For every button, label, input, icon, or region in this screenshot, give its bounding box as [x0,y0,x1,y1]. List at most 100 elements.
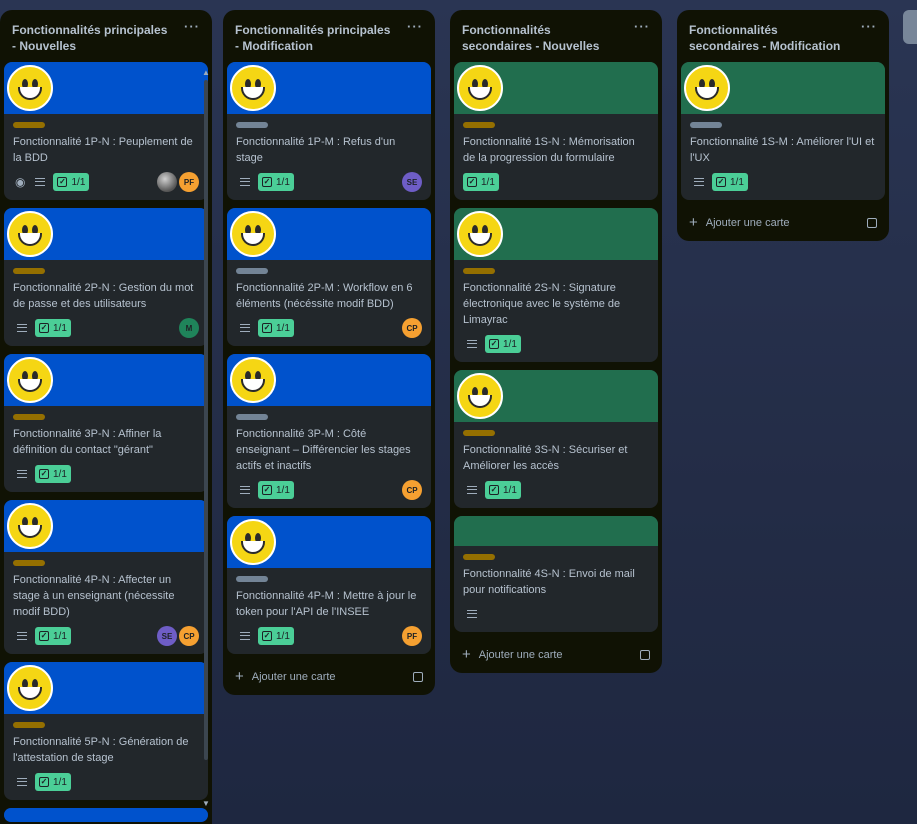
card-label-tag[interactable] [463,430,495,436]
description-icon [467,340,477,348]
list-header: Fonctionnalités secondaires - Modificati… [677,10,889,62]
list-title[interactable]: Fonctionnalités secondaires - Nouvelles [462,22,622,54]
smiley-icon [457,65,503,111]
card-body: Fonctionnalité 1S-N : Mémorisation de la… [454,114,658,200]
avatar[interactable]: SE [402,172,422,192]
checklist-count: 1/1 [276,322,290,334]
smiley-icon [7,503,53,549]
card-label-tag[interactable] [13,722,45,728]
list-header: Fonctionnalités secondaires - Nouvelles … [450,10,662,62]
card-label-tag[interactable] [463,122,495,128]
card[interactable]: Fonctionnalité 5P-N : Génération de l'at… [4,662,208,800]
card[interactable]: Fonctionnalité 3S-N : Sécuriser et Améli… [454,370,658,508]
card-badges: ✓ 1/1 [463,334,649,354]
card-badges: ✓ 1/1 CP [236,480,422,500]
card-label-tag[interactable] [13,560,45,566]
card[interactable]: Fonctionnalité 3P-M : Côté enseignant – … [227,354,431,508]
card-label-tag[interactable] [236,576,268,582]
add-card-button[interactable]: + Ajouter une carte [223,662,435,695]
smiley-icon [684,65,730,111]
checkbox-icon: ✓ [57,177,68,187]
template-icon[interactable] [413,671,423,682]
checklist-count: 1/1 [276,484,290,496]
card-badges: ✓ 1/1 [13,464,199,484]
checklist-count: 1/1 [53,322,67,334]
list-menu-button[interactable]: ··· [634,20,650,33]
template-icon[interactable] [867,217,877,228]
card-label-tag[interactable] [13,268,45,274]
card-badges: ✓ 1/1 CP [236,318,422,338]
card-body: Fonctionnalité 3S-N : Sécuriser et Améli… [454,422,658,508]
list-menu-button[interactable]: ··· [184,20,200,33]
list-menu-button[interactable]: ··· [407,20,423,33]
avatar[interactable]: CP [402,480,422,500]
avatar[interactable] [157,172,177,192]
card-badges: ✓ 1/1 [690,172,876,192]
avatar[interactable]: PF [179,172,199,192]
card-label-tag[interactable] [463,554,495,560]
card-title: Fonctionnalité 1S-N : Mémorisation de la… [463,136,635,164]
card-partial[interactable] [4,808,208,822]
avatar[interactable]: M [179,318,199,338]
checklist-badge: ✓ 1/1 [35,627,71,645]
scroll-down-icon[interactable]: ▼ [202,799,210,808]
card-members: SE CP [157,626,199,646]
list-menu-button[interactable]: ··· [861,20,877,33]
card-cover [4,500,208,552]
card-label-tag[interactable] [236,414,268,420]
avatar[interactable]: CP [402,318,422,338]
card-label-tag[interactable] [236,122,268,128]
card[interactable]: Fonctionnalité 2S-N : Signature électron… [454,208,658,362]
checklist-count: 1/1 [730,176,744,188]
checklist-badge: ✓ 1/1 [258,627,294,645]
card[interactable]: Fonctionnalité 2P-M : Workflow en 6 élém… [227,208,431,346]
card-label-tag[interactable] [13,414,45,420]
card-label-tag[interactable] [690,122,722,128]
avatar[interactable]: CP [179,626,199,646]
avatar[interactable]: PF [402,626,422,646]
list-title[interactable]: Fonctionnalités principales - Nouvelles [12,22,172,54]
checklist-badge: ✓ 1/1 [53,173,90,191]
card-label-tag[interactable] [236,268,268,274]
template-icon[interactable] [640,649,650,660]
list-title[interactable]: Fonctionnalités principales - Modificati… [235,22,395,54]
card-members: CP [402,318,422,338]
card-title: Fonctionnalité 4P-N : Affecter un stage … [13,574,175,618]
card[interactable]: Fonctionnalité 4P-M : Mettre à jour le t… [227,516,431,654]
card[interactable]: Fonctionnalité 4S-N : Envoi de mail pour… [454,516,658,632]
card[interactable]: Fonctionnalité 1P-N : Peuplement de la B… [4,62,208,200]
card-badges [463,604,649,624]
card[interactable]: Fonctionnalité 3P-N : Affiner la définit… [4,354,208,492]
description-icon [17,324,27,332]
card-body: Fonctionnalité 4P-N : Affecter un stage … [4,552,208,654]
eye-icon: ◉ [15,175,26,189]
plus-icon: + [235,668,244,685]
card-label-tag[interactable] [463,268,495,274]
card[interactable]: Fonctionnalité 1P-M : Refus d'un stage ✓ 1… [227,62,431,200]
card-list: Fonctionnalité 1P-N : Peuplement de la B… [0,62,212,822]
card[interactable]: Fonctionnalité 4P-N : Affecter un stage … [4,500,208,654]
card-body: Fonctionnalité 3P-M : Côté enseignant – … [227,406,431,508]
plus-icon: + [462,646,471,663]
board-side-button[interactable] [903,10,917,44]
checklist-count: 1/1 [276,176,290,188]
list-title[interactable]: Fonctionnalités secondaires - Modificati… [689,22,849,54]
add-card-button[interactable]: + Ajouter une carte [450,640,662,673]
card-title: Fonctionnalité 2P-M : Workflow en 6 élém… [236,282,413,310]
scrollbar-thumb[interactable] [204,80,208,760]
card-label-tag[interactable] [13,122,45,128]
card[interactable]: Fonctionnalité 1S-M : Améliorer l'UI et … [681,62,885,200]
checklist-badge: ✓ 1/1 [35,319,71,337]
card-cover [4,354,208,406]
card[interactable]: Fonctionnalité 2P-N : Gestion du mot de … [4,208,208,346]
smiley-icon [7,65,53,111]
card-cover [4,662,208,714]
checkbox-icon: ✓ [39,631,49,641]
add-card-button[interactable]: + Ajouter une carte [677,208,889,241]
avatar[interactable]: SE [157,626,177,646]
scrollbar[interactable]: ▲ ▼ [202,68,210,808]
card[interactable]: Fonctionnalité 1S-N : Mémorisation de la… [454,62,658,200]
scroll-up-icon[interactable]: ▲ [202,68,210,77]
card-badges: ✓ 1/1 [463,480,649,500]
card-members: M [179,318,199,338]
